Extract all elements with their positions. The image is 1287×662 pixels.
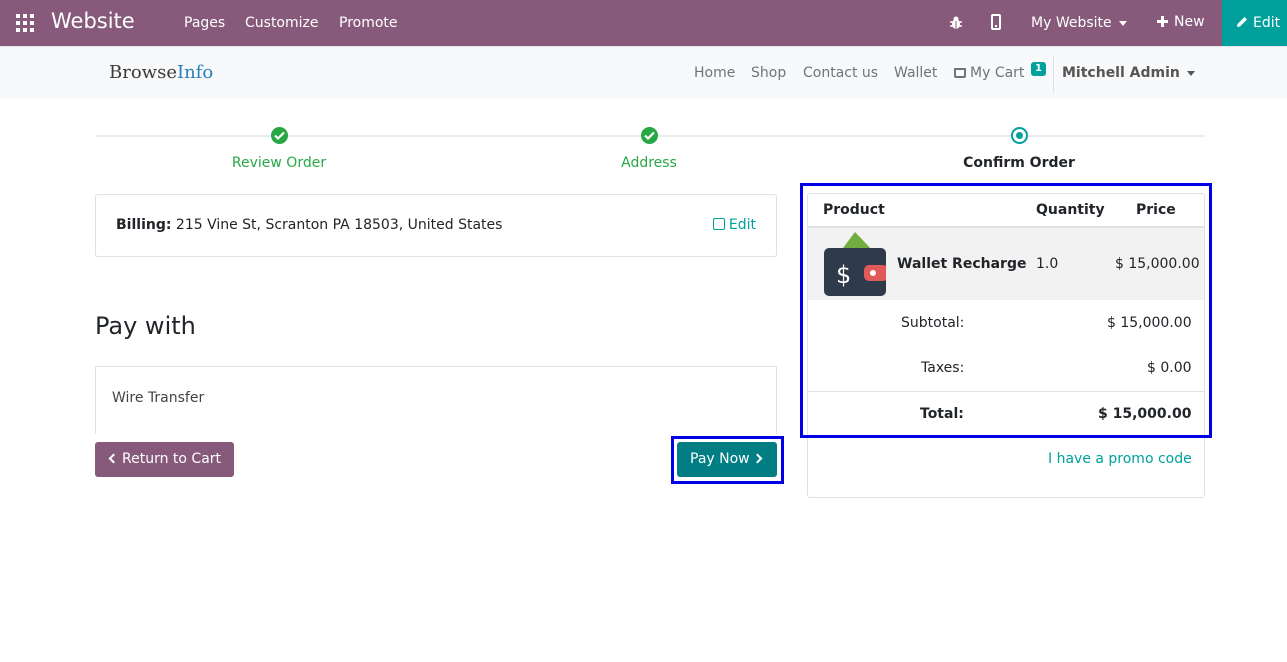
- nav-contact-us[interactable]: Contact us: [803, 65, 878, 81]
- logo-text-2: Info: [176, 62, 214, 83]
- user-name: Mitchell Admin: [1062, 65, 1180, 81]
- chevron-down-icon: [1186, 70, 1195, 76]
- pay-with-heading: Pay with: [95, 312, 196, 340]
- bug-icon[interactable]: [948, 15, 964, 31]
- pay-now-label: Pay Now: [690, 451, 750, 467]
- payment-methods: Wire Transfer: [95, 366, 777, 434]
- pencil-icon: [1237, 17, 1247, 27]
- nav-divider: [1053, 55, 1054, 93]
- mobile-preview-icon[interactable]: [991, 14, 1001, 30]
- nav-my-cart[interactable]: My Cart: [954, 65, 1024, 81]
- apps-grid-icon[interactable]: [16, 14, 34, 32]
- menu-promote[interactable]: Promote: [339, 15, 398, 31]
- edit-button-label: Edit: [1253, 15, 1281, 31]
- menu-customize[interactable]: Customize: [245, 15, 319, 31]
- billing-info: Billing: 215 Vine St, Scranton PA 18503,…: [116, 217, 502, 233]
- nav-wallet[interactable]: Wallet: [894, 65, 937, 81]
- edit-icon: [712, 218, 725, 230]
- billing-address: 215 Vine St, Scranton PA 18503, United S…: [175, 217, 503, 233]
- return-to-cart-label: Return to Cart: [122, 451, 222, 467]
- chevron-right-icon: [752, 453, 763, 464]
- cart-label: My Cart: [970, 65, 1025, 81]
- logo-text-1: Browse: [109, 62, 177, 83]
- chevron-down-icon: [1118, 20, 1127, 26]
- nav-shop[interactable]: Shop: [751, 65, 786, 81]
- plus-icon: [1157, 16, 1168, 27]
- site-logo[interactable]: BrowseInfo: [109, 62, 213, 83]
- step-confirm-order: Confirm Order: [963, 155, 1075, 171]
- billing-edit-link[interactable]: Edit: [712, 217, 756, 233]
- website-header: BrowseInfo Home Shop Contact us Wallet M…: [0, 46, 1287, 99]
- new-button-label: New: [1174, 14, 1205, 30]
- return-to-cart-button[interactable]: Return to Cart: [95, 442, 234, 477]
- promo-code-link[interactable]: I have a promo code: [1048, 451, 1192, 467]
- new-button[interactable]: New: [1157, 14, 1205, 30]
- billing-edit-label: Edit: [728, 217, 756, 233]
- menu-pages[interactable]: Pages: [184, 15, 225, 31]
- admin-topbar: Website Pages Customize Promote My Websi…: [0, 0, 1287, 46]
- chevron-left-icon: [108, 453, 119, 464]
- app-title: Website: [51, 9, 135, 33]
- nav-home[interactable]: Home: [694, 65, 735, 81]
- cart-count-badge: 1: [1031, 62, 1046, 76]
- user-menu[interactable]: Mitchell Admin: [1062, 65, 1195, 81]
- step-review-check-icon: [271, 127, 288, 144]
- order-summary-highlight: [800, 183, 1212, 438]
- payment-option-wire-transfer[interactable]: Wire Transfer: [112, 390, 204, 406]
- step-review-order[interactable]: Review Order: [179, 155, 379, 171]
- pay-now-button[interactable]: Pay Now: [677, 442, 777, 477]
- step-confirm-current-icon: [1011, 127, 1028, 144]
- step-address[interactable]: Address: [549, 155, 749, 171]
- website-switcher[interactable]: My Website: [1031, 15, 1127, 31]
- step-address-check-icon: [641, 127, 658, 144]
- cart-icon: [954, 68, 966, 78]
- edit-button[interactable]: Edit: [1222, 0, 1287, 46]
- billing-card: Billing: 215 Vine St, Scranton PA 18503,…: [95, 194, 777, 257]
- website-switcher-label: My Website: [1031, 15, 1112, 31]
- billing-label: Billing:: [116, 217, 172, 233]
